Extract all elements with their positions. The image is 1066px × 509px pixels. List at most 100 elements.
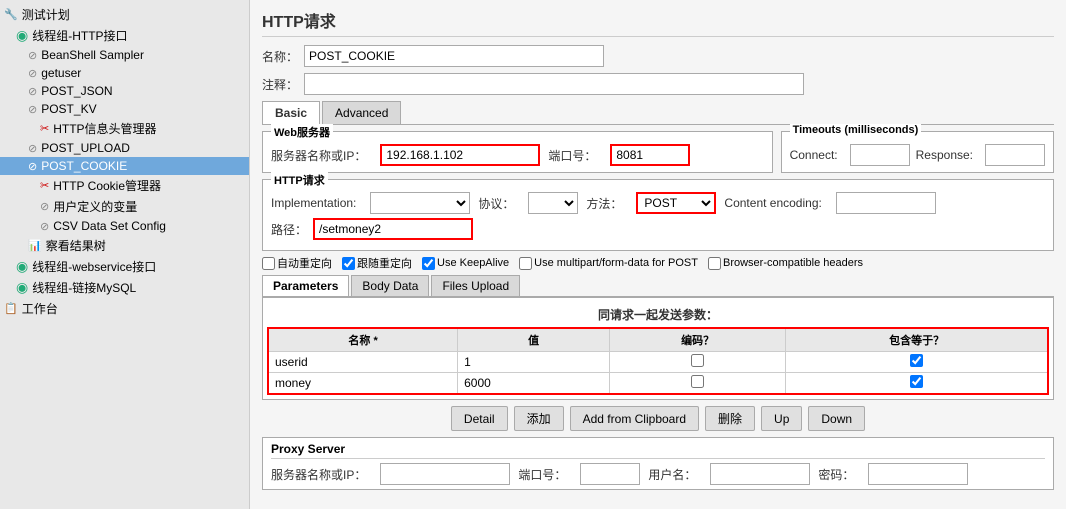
protocol-label: 协议： [478, 195, 514, 212]
multipart-checkbox[interactable] [519, 257, 532, 270]
encoding-input[interactable] [836, 192, 936, 214]
http-request-legend: HTTP请求 [271, 172, 328, 188]
comment-label: 注释： [262, 76, 298, 93]
name-row: 名称： [262, 45, 1054, 67]
comment-input[interactable] [304, 73, 804, 95]
method-label: 方法： [586, 195, 622, 212]
table-row: userid 1 [268, 352, 1048, 373]
sidebar-item-label: POST_UPLOAD [41, 141, 130, 155]
tab-body-data[interactable]: Body Data [351, 275, 429, 296]
proxy-password-input[interactable] [868, 463, 968, 485]
proxy-server-input[interactable] [380, 463, 510, 485]
delete-button[interactable]: 删除 [705, 406, 755, 431]
sidebar-item-user-vars[interactable]: ⊘ 用户定义的变量 [0, 196, 249, 217]
http-header-icon: ✂ [40, 122, 49, 135]
method-select[interactable]: POST GET [636, 192, 716, 214]
param-name-cell: userid [268, 352, 458, 373]
sidebar-item-csv-data-set[interactable]: ⊘ CSV Data Set Config [0, 217, 249, 235]
proxy-legend: Proxy Server [271, 442, 1045, 459]
detail-button[interactable]: Detail [451, 406, 508, 431]
param-value-cell: 6000 [458, 373, 610, 395]
sidebar-item-getuser[interactable]: ⊘ getuser [0, 64, 249, 82]
auto-redirect-checkbox[interactable] [262, 257, 275, 270]
server-label: 服务器名称或IP： [271, 147, 366, 164]
add-from-clipboard-button[interactable]: Add from Clipboard [570, 406, 699, 431]
sidebar-item-label: 线程组-链接MySQL [32, 279, 136, 296]
down-button[interactable]: Down [808, 406, 865, 431]
sidebar-item-results-tree[interactable]: 📊 察看结果树 [0, 235, 249, 256]
sidebar-item-label: POST_KV [41, 102, 96, 116]
param-encoded-cell [610, 373, 786, 395]
user-vars-icon: ⊘ [40, 200, 49, 213]
sidebar-item-post-kv[interactable]: ⊘ POST_KV [0, 100, 249, 118]
multipart-label: Use multipart/form-data for POST [534, 257, 698, 269]
timeouts-section: Timeouts (milliseconds) Connect: Respons… [781, 131, 1054, 173]
sidebar-item-http-cookie-mgr[interactable]: ✂ HTTP Cookie管理器 [0, 175, 249, 196]
param-encoded-checkbox[interactable] [691, 354, 704, 367]
proxy-server-label: 服务器名称或IP： [271, 466, 366, 483]
proxy-username-input[interactable] [710, 463, 810, 485]
param-include-equals-checkbox[interactable] [910, 375, 923, 388]
checkboxes-row: 自动重定向 跟随重定向 Use KeepAlive Use multipart/… [262, 255, 1054, 271]
sidebar-item-label: CSV Data Set Config [53, 219, 166, 233]
sidebar-item-workbench[interactable]: 📋 工作台 [0, 298, 249, 319]
sidebar-item-post-upload[interactable]: ⊘ POST_UPLOAD [0, 139, 249, 157]
add-button[interactable]: 添加 [514, 406, 564, 431]
tab-parameters[interactable]: Parameters [262, 275, 349, 296]
param-encoded-checkbox[interactable] [691, 375, 704, 388]
timeouts-legend: Timeouts (milliseconds) [790, 124, 922, 136]
thread-group-mysql-icon: ◉ [16, 279, 28, 296]
proxy-port-input[interactable] [580, 463, 640, 485]
tab-basic[interactable]: Basic [262, 101, 320, 124]
param-include-equals-checkbox[interactable] [910, 354, 923, 367]
name-input[interactable] [304, 45, 604, 67]
connect-input[interactable] [850, 144, 910, 166]
sidebar-item-label: POST_JSON [41, 84, 112, 98]
port-input[interactable] [610, 144, 690, 166]
path-input[interactable] [313, 218, 473, 240]
proxy-password-label: 密码： [818, 466, 854, 483]
sidebar-item-thread-group-ws[interactable]: ◉ 线程组-webservice接口 [0, 256, 249, 277]
impl-select[interactable] [370, 192, 470, 214]
sidebar-item-label: getuser [41, 66, 81, 80]
server-input[interactable] [380, 144, 540, 166]
sidebar-item-thread-group-mysql[interactable]: ◉ 线程组-链接MySQL [0, 277, 249, 298]
up-button[interactable]: Up [761, 406, 802, 431]
browser-headers-checkbox[interactable] [708, 257, 721, 270]
follow-redirect-checkbox[interactable] [342, 257, 355, 270]
getuser-icon: ⊘ [28, 67, 37, 80]
keepalive-checkbox[interactable] [422, 257, 435, 270]
protocol-select[interactable] [528, 192, 578, 214]
inner-tab-bar: Parameters Body Data Files Upload [262, 275, 1054, 297]
response-input[interactable] [985, 144, 1045, 166]
col-header-name: 名称 * [268, 328, 458, 352]
proxy-username-label: 用户名： [648, 466, 696, 483]
web-server-section: Web服务器 服务器名称或IP： 端口号： [262, 131, 773, 173]
sidebar-item-label: POST_COOKIE [41, 159, 127, 173]
tab-files-upload[interactable]: Files Upload [431, 275, 520, 296]
sidebar-item-post-json[interactable]: ⊘ POST_JSON [0, 82, 249, 100]
post-upload-icon: ⊘ [28, 142, 37, 155]
post-cookie-icon: ⊘ [28, 160, 37, 173]
browser-headers-label: Browser-compatible headers [723, 257, 863, 269]
tab-advanced[interactable]: Advanced [322, 101, 401, 124]
sidebar-item-label: 察看结果树 [46, 237, 106, 254]
sidebar-item-http-header-mgr[interactable]: ✂ HTTP信息头管理器 [0, 118, 249, 139]
response-label: Response: [916, 148, 973, 162]
sidebar-item-label: HTTP Cookie管理器 [53, 177, 161, 194]
col-header-encoded: 编码？ [610, 328, 786, 352]
sidebar-item-beanshell[interactable]: ⊘ BeanShell Sampler [0, 46, 249, 64]
sidebar-item-label: 线程组-HTTP接口 [32, 27, 127, 44]
follow-redirect-label: 跟随重定向 [357, 255, 412, 271]
sidebar-item-test-plan[interactable]: 🔧 测试计划 [0, 4, 249, 25]
keepalive-label: Use KeepAlive [437, 257, 509, 269]
param-include-equals-cell [786, 373, 1048, 395]
sidebar-item-thread-group-http[interactable]: ◉ 线程组-HTTP接口 [0, 25, 249, 46]
thread-group-ws-icon: ◉ [16, 258, 28, 275]
param-encoded-cell [610, 352, 786, 373]
sidebar-item-post-cookie[interactable]: ⊘ POST_COOKIE [0, 157, 249, 175]
workbench-icon: 📋 [4, 302, 18, 315]
col-header-include-equals: 包含等于？ [786, 328, 1048, 352]
encoding-label: Content encoding: [724, 196, 821, 210]
impl-label: Implementation: [271, 196, 356, 210]
